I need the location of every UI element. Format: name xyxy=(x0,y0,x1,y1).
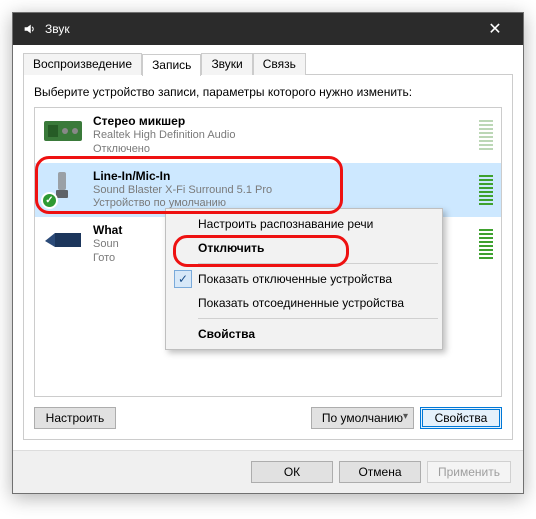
device-name: Стерео микшер xyxy=(93,114,469,129)
device-name: Line-In/Mic-In xyxy=(93,169,469,184)
level-meter xyxy=(479,169,493,207)
device-list[interactable]: Стерео микшер Realtek High Definition Au… xyxy=(34,107,502,397)
client-area: Воспроизведение Запись Звуки Связь Выбер… xyxy=(13,45,523,450)
configure-button[interactable]: Настроить xyxy=(34,407,116,429)
menu-label: Показать отключенные устройства xyxy=(198,272,392,286)
external-box-icon xyxy=(43,223,83,257)
tab-panel-recording: Выберите устройство записи, параметры ко… xyxy=(23,74,513,440)
panel-button-row: Настроить По умолчанию Свойства xyxy=(34,407,502,429)
menu-properties[interactable]: Свойства xyxy=(168,322,440,346)
dialog-button-row: ОК Отмена Применить xyxy=(13,450,523,493)
tab-sounds[interactable]: Звуки xyxy=(201,53,252,75)
menu-disable[interactable]: Отключить xyxy=(168,236,440,260)
ok-button[interactable]: ОК xyxy=(251,461,333,483)
mic-jack-icon: ✓ xyxy=(43,169,83,203)
check-icon: ✓ xyxy=(174,270,192,288)
apply-button[interactable]: Применить xyxy=(427,461,511,483)
context-menu[interactable]: Настроить распознавание речи Отключить ✓… xyxy=(165,208,443,350)
device-status: Отключено xyxy=(93,143,469,157)
tab-strip: Воспроизведение Запись Звуки Связь xyxy=(23,53,513,75)
level-meter xyxy=(479,223,493,261)
level-meter xyxy=(479,114,493,152)
tab-playback[interactable]: Воспроизведение xyxy=(23,53,142,75)
menu-separator xyxy=(198,318,438,319)
set-default-button[interactable]: По умолчанию xyxy=(311,407,414,429)
menu-separator xyxy=(198,263,438,264)
default-check-icon: ✓ xyxy=(41,192,58,209)
device-driver: Realtek High Definition Audio xyxy=(93,129,469,143)
close-button[interactable]: ✕ xyxy=(475,19,515,39)
menu-speech-recognition[interactable]: Настроить распознавание речи xyxy=(168,212,440,236)
device-text: Line-In/Mic-In Sound Blaster X-Fi Surrou… xyxy=(93,169,469,212)
device-driver: Sound Blaster X-Fi Surround 5.1 Pro xyxy=(93,184,469,198)
device-item-stereo-mixer[interactable]: Стерео микшер Realtek High Definition Au… xyxy=(35,108,501,163)
window-title: Звук xyxy=(45,22,475,36)
panel-prompt: Выберите устройство записи, параметры ко… xyxy=(34,85,502,99)
soundcard-icon xyxy=(43,114,83,148)
tab-recording[interactable]: Запись xyxy=(142,54,201,76)
sound-dialog: Звук ✕ Воспроизведение Запись Звуки Связ… xyxy=(12,12,524,494)
menu-show-disconnected[interactable]: Показать отсоединенные устройства xyxy=(168,291,440,315)
properties-button[interactable]: Свойства xyxy=(420,407,502,429)
cancel-button[interactable]: Отмена xyxy=(339,461,421,483)
device-text: Стерео микшер Realtek High Definition Au… xyxy=(93,114,469,157)
menu-show-disabled[interactable]: ✓ Показать отключенные устройства xyxy=(168,267,440,291)
tab-communications[interactable]: Связь xyxy=(253,53,306,75)
speaker-icon xyxy=(21,21,37,37)
titlebar[interactable]: Звук ✕ xyxy=(13,13,523,45)
